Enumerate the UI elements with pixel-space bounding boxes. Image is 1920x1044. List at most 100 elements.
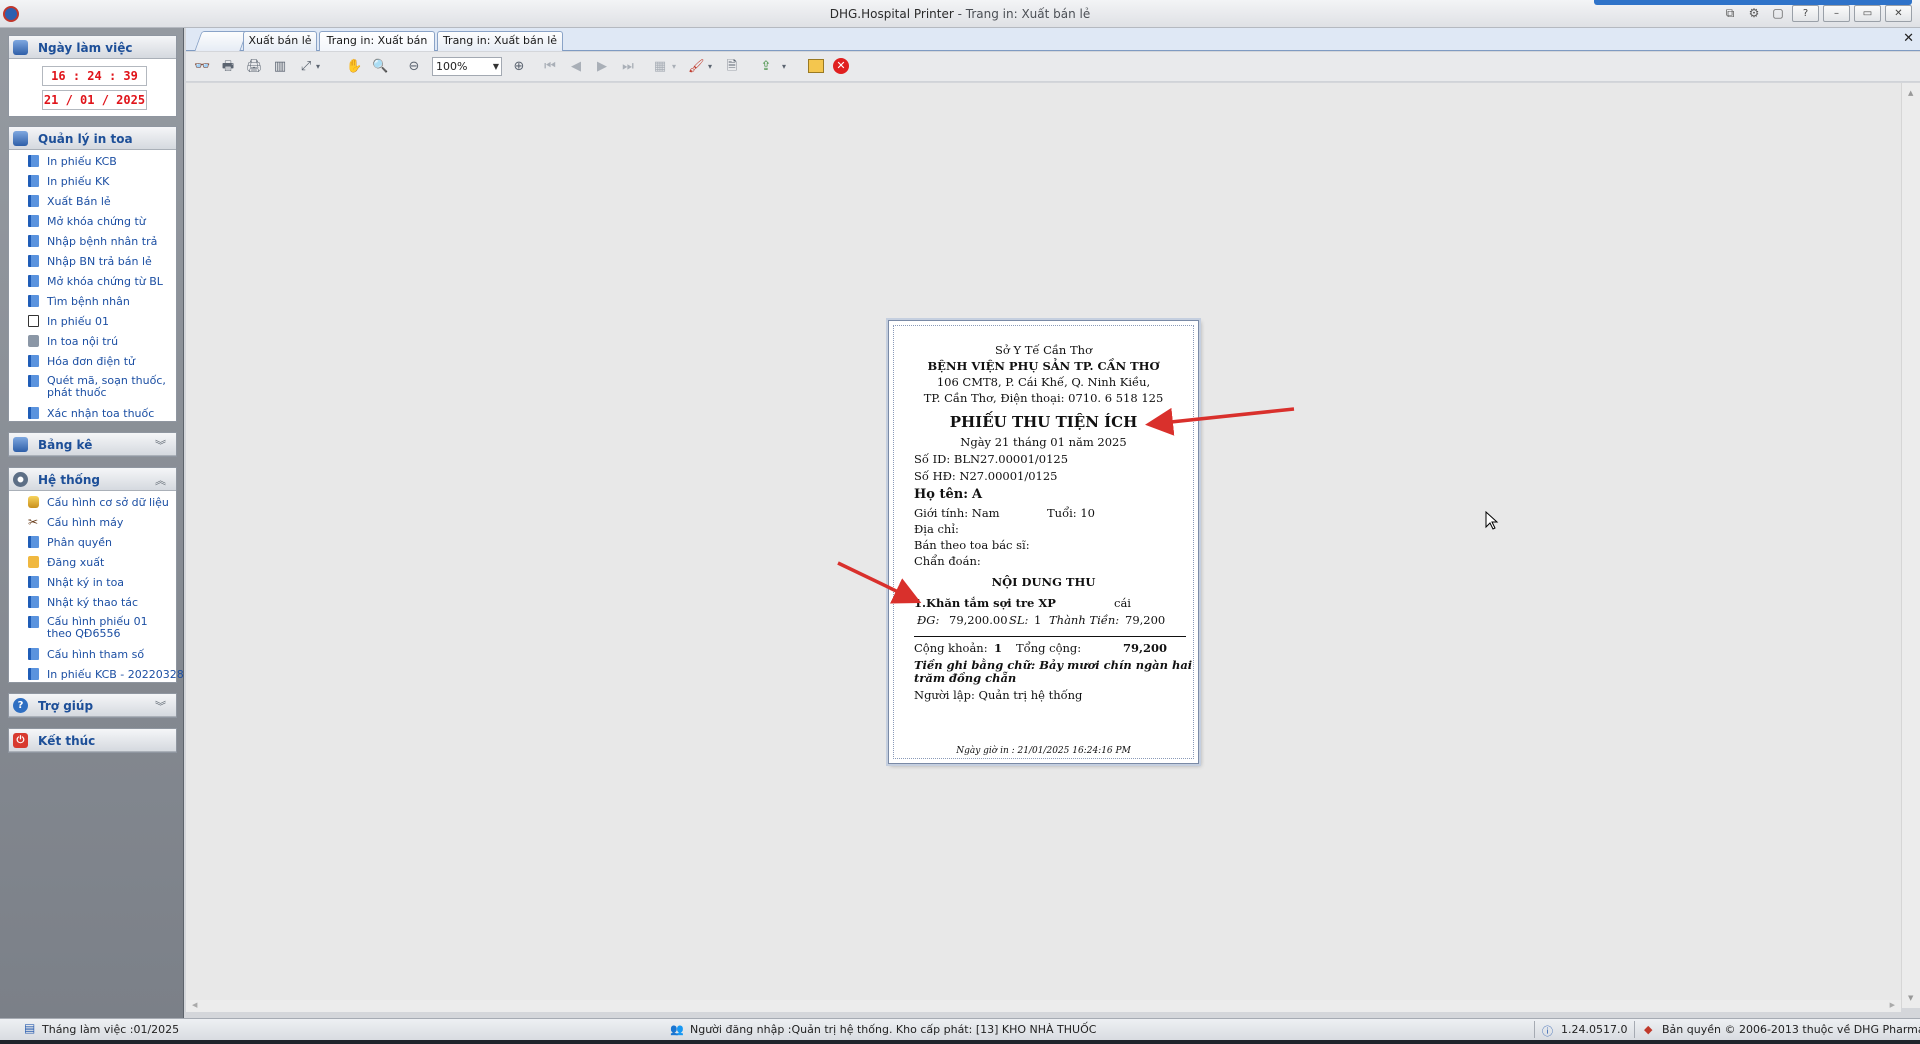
- book-icon: [28, 295, 39, 307]
- menu-in-toa-noi-tru[interactable]: In toa nội trú: [9, 331, 176, 351]
- next-page-icon[interactable]: ▶: [594, 59, 610, 75]
- receipt-hd: Số HĐ: N27.00001/0125: [914, 469, 1058, 483]
- menu-cau-hinh-csdl[interactable]: Cấu hình cơ sở dữ liệu: [9, 492, 176, 512]
- zoom-select[interactable]: 100% ▼: [432, 57, 502, 76]
- title-separator: -: [953, 7, 966, 21]
- menu-xac-nhan-toa-thuoc[interactable]: Xác nhận toa thuốc: [9, 403, 176, 423]
- book-icon: [28, 375, 39, 387]
- tab-blank[interactable]: [194, 31, 248, 51]
- tab-trang-in[interactable]: Trang in: Xuất bán lẻ: [437, 31, 563, 51]
- magnifier-icon[interactable]: 🔍: [372, 59, 388, 75]
- menu-in-phieu-01[interactable]: In phiếu 01: [9, 311, 176, 331]
- menu-cau-hinh-tham-so[interactable]: Cấu hình tham số: [9, 644, 176, 664]
- menu-phan-quyen[interactable]: Phân quyền: [9, 532, 176, 552]
- help-panel-title: Trợ giúp: [38, 699, 94, 713]
- zoom-in-icon[interactable]: ⊕: [511, 59, 527, 75]
- menu-hoa-don-dien-tu[interactable]: Hóa đơn điện tử: [9, 351, 176, 371]
- previous-page-icon[interactable]: ◀: [568, 59, 584, 75]
- tools-icon: ✂: [28, 515, 39, 529]
- receipt-printed-at: Ngày giờ in : 21/01/2025 16:24:16 PM: [956, 746, 1131, 756]
- page-setup-icon[interactable]: ▥: [272, 59, 288, 75]
- database-icon: [28, 496, 39, 508]
- scale-dropdown-icon[interactable]: ▾: [310, 59, 326, 75]
- menu-mo-khoa-chung-tu-bl[interactable]: Mở khóa chứng từ BL: [9, 271, 176, 291]
- receipt-diagnosis: Chẩn đoán:: [914, 554, 981, 568]
- window-icon[interactable]: ▢: [1768, 5, 1788, 22]
- workday-header[interactable]: Ngày làm việc: [9, 36, 176, 59]
- receipt-dept: Sở Y Tế Cần Thơ: [994, 343, 1092, 357]
- expand-chevron-icon[interactable]: ︾: [155, 698, 166, 714]
- export-dropdown-icon[interactable]: ▾: [776, 59, 792, 75]
- minimize-button[interactable]: –: [1823, 5, 1850, 22]
- menu-dang-xuat[interactable]: Đăng xuất: [9, 552, 176, 572]
- receipt-qty-value: 1: [1034, 613, 1042, 627]
- menu-quet-ma[interactable]: Quét mã, soạn thuốc, phát thuốc: [9, 371, 176, 403]
- close-tab-icon[interactable]: ✕: [1903, 31, 1914, 46]
- last-page-icon[interactable]: ⏭: [620, 59, 636, 75]
- multi-page-dropdown-icon[interactable]: ▾: [666, 59, 682, 75]
- receipt-total-value: 79,200: [1123, 641, 1168, 655]
- scroll-down-icon[interactable]: ▼: [1908, 994, 1913, 1002]
- menu-in-phieu-kcb-20220328[interactable]: In phiếu KCB - 20220328: [9, 664, 184, 684]
- export-icon[interactable]: ⇪: [758, 59, 774, 75]
- receipt-name-label: Họ tên:: [914, 487, 969, 502]
- book-icon: [28, 255, 39, 267]
- quick-print-icon[interactable]: 🖨: [246, 59, 263, 75]
- exit-panel-header[interactable]: ⏻ Kết thúc: [9, 729, 176, 752]
- menu-nhat-ky-thao-tac[interactable]: Nhật ký thao tác: [9, 592, 176, 612]
- menu-nhap-bn-tra-ban-le[interactable]: Nhập BN trả bán lẻ: [9, 251, 176, 271]
- watermark-icon[interactable]: 🗎: [724, 59, 740, 75]
- receipt-gender: Giới tính: Nam: [914, 506, 1000, 520]
- hand-tool-icon[interactable]: ✋: [346, 59, 362, 75]
- title-bar: DHG.Hospital Printer - Trang in: Xuất bá…: [0, 0, 1920, 28]
- vertical-scrollbar[interactable]: ▲ ▼: [1901, 83, 1920, 1008]
- printer-icon: [28, 335, 39, 347]
- book-icon: [28, 648, 39, 660]
- help-panel-header[interactable]: ? Trợ giúp ︾: [9, 694, 176, 717]
- settings-icon[interactable]: ⚙: [1744, 5, 1764, 22]
- menu-in-phieu-kk[interactable]: In phiếu KK: [9, 171, 176, 191]
- chevron-down-icon: ▼: [492, 62, 499, 71]
- print-icon[interactable]: 🖶: [220, 59, 236, 75]
- scroll-right-icon[interactable]: ▶: [1890, 1001, 1895, 1009]
- menu-in-phieu-kcb[interactable]: In phiếu KCB: [9, 151, 176, 171]
- close-preview-icon[interactable]: ✕: [833, 58, 849, 74]
- receipt-words-2: trăm đồng chẵn: [914, 671, 1017, 685]
- receipt-page: Sở Y Tế Cần Thơ BỆNH VIỆN PHỤ SẢN TP. CẦ…: [888, 320, 1199, 764]
- print-mgmt-header[interactable]: Quản lý in toa: [9, 127, 176, 150]
- clock-date: 21 / 01 / 2025: [42, 90, 147, 110]
- screen-icon[interactable]: ⧉: [1720, 5, 1740, 22]
- expand-chevron-icon[interactable]: ︾: [155, 437, 166, 453]
- email-export-icon[interactable]: [808, 59, 824, 73]
- menu-cau-hinh-phieu-01[interactable]: Cấu hình phiếu 01 theo QĐ6556: [9, 612, 176, 644]
- workday-panel: Ngày làm việc 16 : 24 : 39 21 / 01 / 202…: [8, 35, 177, 117]
- tab-trang-in-active[interactable]: Trang in: Xuất bán lẻ: [319, 31, 435, 65]
- users-icon: 👥: [670, 1023, 684, 1036]
- menu-nhap-benh-nhan-tra[interactable]: Nhập bệnh nhân trả: [9, 231, 176, 251]
- find-icon[interactable]: 👓: [194, 59, 210, 75]
- tab-xuat-ban-le[interactable]: Xuất bán lẻ: [243, 31, 317, 51]
- scroll-left-icon[interactable]: ◀: [192, 1001, 197, 1009]
- scroll-up-icon[interactable]: ▲: [1908, 89, 1913, 97]
- menu-nhat-ky-in-toa[interactable]: Nhật ký in toa: [9, 572, 176, 592]
- status-divider: [1634, 1021, 1635, 1038]
- receipt-price-label: ĐG:: [917, 613, 940, 627]
- horizontal-scrollbar[interactable]: ◀ ▶: [186, 1000, 1901, 1012]
- system-header[interactable]: Hệ thống ︽: [9, 468, 176, 491]
- collapse-chevron-icon[interactable]: ︽: [155, 472, 166, 488]
- zoom-value: 100%: [436, 60, 468, 73]
- first-page-icon[interactable]: ⏮: [542, 59, 558, 75]
- menu-xuat-ban-le[interactable]: Xuất Bán lẻ: [9, 191, 176, 211]
- window-controls: ⧉ ⚙ ▢ ? – ▭ ✕: [1720, 5, 1912, 22]
- menu-tim-benh-nhan[interactable]: Tìm bệnh nhân: [9, 291, 176, 311]
- color-dropdown-icon[interactable]: ▾: [702, 59, 718, 75]
- restore-button[interactable]: ▭: [1854, 5, 1881, 22]
- receipt-price-value: 79,200.00: [949, 613, 1008, 627]
- close-button[interactable]: ✕: [1885, 5, 1912, 22]
- menu-mo-khoa-chung-tu[interactable]: Mở khóa chứng từ: [9, 211, 176, 231]
- help-button[interactable]: ?: [1792, 5, 1819, 22]
- menu-cau-hinh-may[interactable]: ✂ Cấu hình máy: [9, 512, 176, 532]
- zoom-out-icon[interactable]: ⊖: [406, 59, 422, 75]
- list-panel-header[interactable]: Bảng kê ︾: [9, 433, 176, 456]
- receipt-count-label: Cộng khoản:: [914, 641, 988, 655]
